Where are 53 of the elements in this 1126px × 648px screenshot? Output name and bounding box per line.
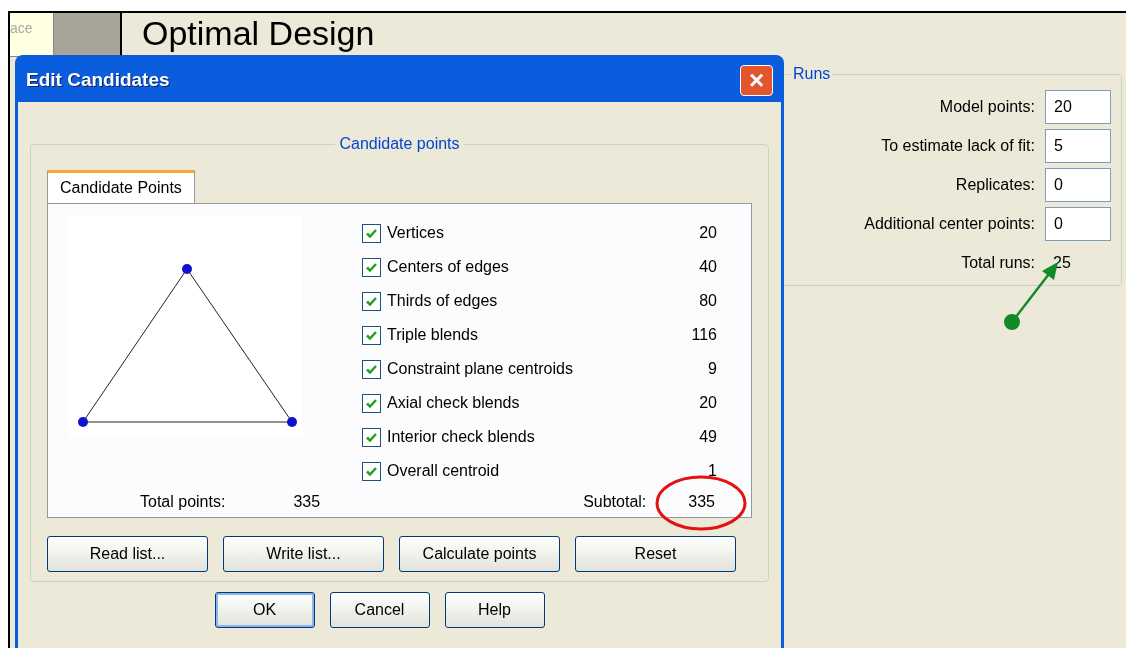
list-button[interactable]: Reset [575,536,736,572]
input-field[interactable]: 20 [1045,90,1111,124]
checkbox-label: Centers of edges [387,257,510,277]
list-button[interactable]: Write list... [223,536,384,572]
checkbox-label: Axial check blends [387,393,521,413]
subtotal-label: Subtotal: [583,492,647,512]
vertex-point [182,264,192,274]
field-label: Total runs: [961,253,1035,273]
checkbox[interactable] [362,223,381,243]
tab[interactable]: Candidate Points [47,170,195,203]
checkbox-label: Constraint plane centroids [387,359,574,379]
checkbox-label: Thirds of edges [387,291,499,311]
group-legend: Candidate points [335,132,464,156]
point-count: 116 [691,325,717,345]
checkbox[interactable] [362,461,381,481]
dialog-button[interactable]: OK [214,592,315,628]
input-field[interactable]: 0 [1045,207,1111,241]
page-title: Optimal Design [141,13,375,54]
close-button[interactable]: × [740,64,773,96]
checkbox[interactable] [362,427,381,447]
list-button[interactable]: Calculate points [399,536,560,572]
subtotal-value: 335 [688,492,715,512]
field-label: Additional center points: [864,214,1035,234]
point-count: 20 [699,393,717,413]
group-legend: Runs [791,62,833,86]
checkbox[interactable] [362,257,381,277]
input-field[interactable]: 5 [1045,129,1111,163]
checkbox-label: Vertices [387,223,445,243]
checkbox-label: Triple blends [387,325,479,345]
list-button[interactable]: Read list... [47,536,208,572]
point-count: 49 [699,427,717,447]
input-field[interactable]: 0 [1045,168,1111,202]
total-value: 335 [293,492,321,512]
vertex-point [78,417,88,427]
vertex-point [287,417,297,427]
point-count: 1 [708,461,717,481]
dialog-title: Edit Candidates [26,67,170,92]
checkbox[interactable] [362,291,381,311]
point-count: 9 [708,359,717,379]
checkbox[interactable] [362,325,381,345]
field-label: To estimate lack of fit: [881,136,1035,156]
checkbox[interactable] [362,393,381,413]
checkbox-label: Interior check blends [387,427,536,447]
field-label: Replicates: [955,175,1035,195]
point-count: 40 [699,257,717,277]
checkbox[interactable] [362,359,381,379]
point-count: 20 [699,223,717,243]
point-count: 80 [699,291,717,311]
dialog-button[interactable]: Help [444,592,545,628]
total-label: Total points: [140,492,226,512]
dialog-button[interactable]: Cancel [329,592,430,628]
field-label: Model points: [939,97,1035,117]
checkbox-label: Overall centroid [387,461,501,481]
